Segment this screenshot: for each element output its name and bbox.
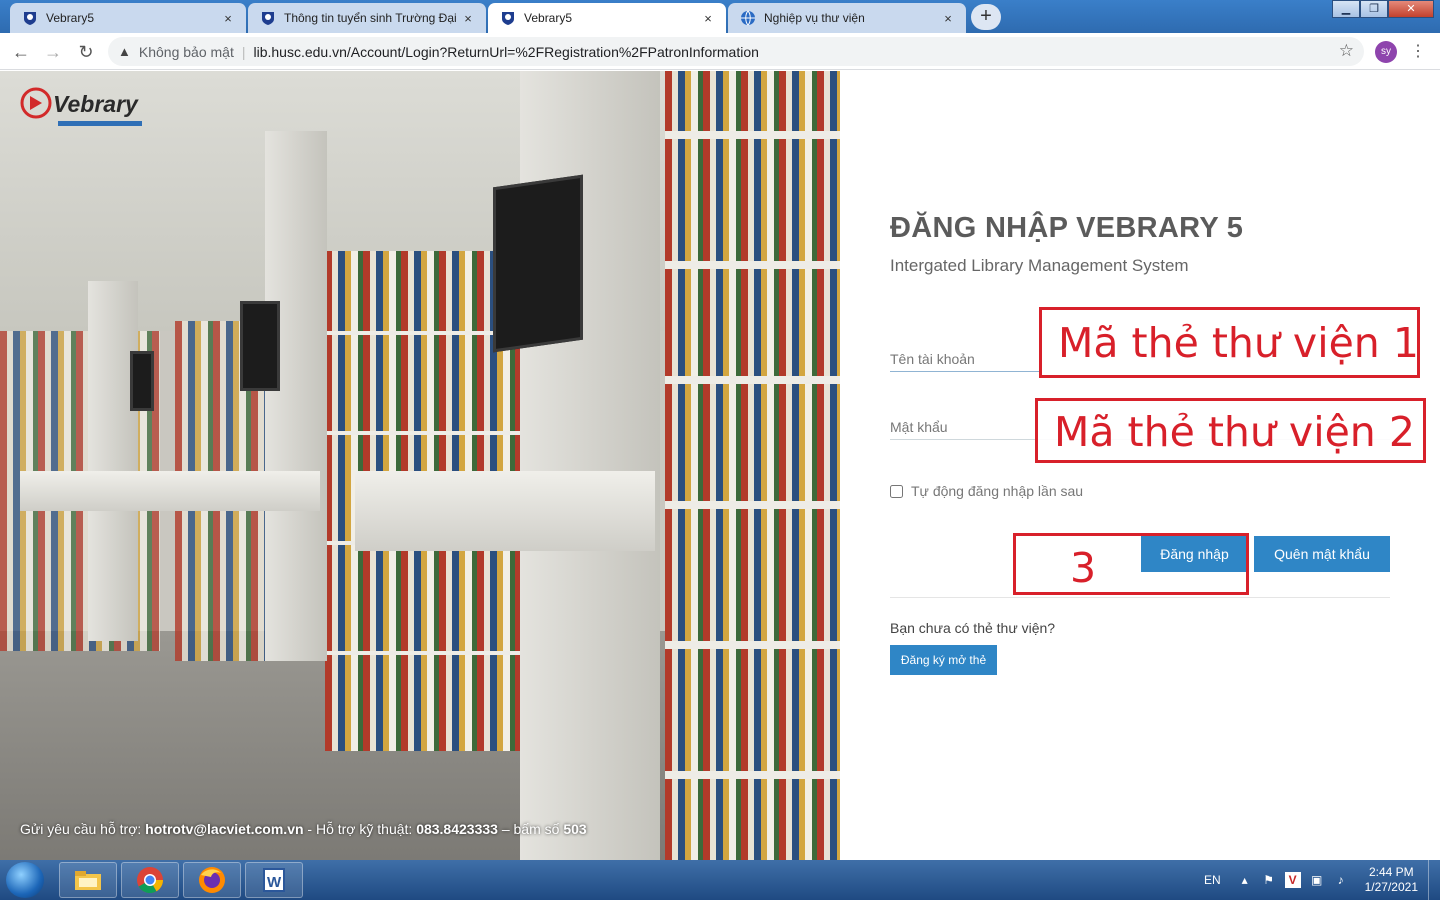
start-button-icon[interactable] [6,862,44,898]
support-email[interactable]: hotrotv@lacviet.com.vn [145,821,303,837]
tab-title: Vebrary5 [524,11,573,25]
support-dash: – bấm số [497,821,564,837]
remember-me-checkbox[interactable] [890,484,903,498]
chrome-icon[interactable] [121,862,179,898]
page-title: ĐĂNG NHẬP VEBRARY 5 [890,212,1244,244]
firefox-icon[interactable] [183,862,241,898]
volume-icon[interactable]: ♪ [1333,872,1349,888]
tab-nghiep-vu-thu-vien[interactable]: Nghiệp vụ thư viện × [728,3,966,33]
unikey-v-icon[interactable]: V [1284,872,1301,888]
annotation-box-3: 3 [1013,533,1249,595]
address-separator: | [241,43,246,60]
address-bar[interactable]: ▲ Không bảo mật | lib.husc.edu.vn/Accoun… [108,37,1364,66]
computer-monitor [130,351,154,411]
desk-front [355,471,655,551]
security-label[interactable]: Không bảo mật [139,44,234,60]
no-card-text: Bạn chưa có thẻ thư viện? [890,620,1056,636]
tab-title: Nghiệp vụ thư viện [764,11,865,25]
bookmark-star-icon[interactable]: ☆ [1339,41,1354,61]
restore-icon[interactable]: ❐ [1360,0,1388,18]
browser-toolbar: ← → ↻ ▲ Không bảo mật | lib.husc.edu.vn/… [0,33,1440,70]
annotation-box-2: Mã thẻ thư viện 2 [1035,398,1426,463]
tab-close-icon[interactable]: × [220,11,236,26]
globe-favicon-icon [741,10,755,26]
support-mid: - Hỗ trợ kỹ thuật: [303,821,417,837]
show-desktop-button[interactable] [1428,860,1440,900]
annotation-box-1: Mã thẻ thư viện 1 [1039,307,1420,378]
browser-tab-strip: Vebrary5 × Thông tin tuyển sinh Trường Đ… [0,0,1440,33]
clock-time: 2:44 PM [1368,865,1414,879]
register-card-button[interactable]: Đăng ký mở thẻ [890,645,997,675]
computer-monitor [493,174,583,353]
system-tray: EN ▴ ⚑ V ▣ ♪ 2:44 PM 1/27/2021 [1204,860,1440,900]
language-indicator[interactable]: EN [1204,873,1221,887]
network-icon[interactable]: ▣ [1309,872,1325,888]
window-controls: ▁ ❐ ✕ [1332,0,1434,18]
svg-text:W: W [267,874,282,891]
tab-vebrary5-active[interactable]: Vebrary5 × [488,3,726,33]
back-arrow-icon[interactable]: ← [10,41,32,63]
tab-close-icon[interactable]: × [460,11,476,26]
tab-title: Thông tin tuyển sinh Trường Đại [284,11,457,25]
library-hero-image: Vebrary Gửi yêu cầu hỗ trợ: hotrotv@lacv… [0,71,840,860]
clock[interactable]: 2:44 PM 1/27/2021 [1365,865,1418,895]
bookshelf-right [665,71,840,860]
reload-icon[interactable]: ↻ [75,41,97,63]
vebrary-favicon-icon [502,12,514,25]
vebrary-logo-icon: Vebrary [20,87,142,126]
support-phone: 083.8423333 [416,821,498,837]
computer-monitor [240,301,280,391]
action-center-flag-icon[interactable]: ⚑ [1261,872,1277,888]
windows-taskbar: W EN ▴ ⚑ V ▣ ♪ 2:44 PM 1/27/2021 [0,860,1440,900]
remember-me[interactable]: Tự động đăng nhập lần sau [890,483,1083,499]
vebrary-favicon-icon [262,12,274,25]
desk-back [20,471,320,511]
tab-close-icon[interactable]: × [700,11,716,26]
support-info: Gửi yêu cầu hỗ trợ: hotrotv@lacviet.com.… [20,821,587,837]
warning-triangle-icon: ▲ [118,44,131,59]
profile-avatar[interactable]: sy [1375,41,1397,63]
show-hidden-icons-icon[interactable]: ▴ [1237,872,1253,888]
pillar-mid [265,131,327,661]
clock-date: 1/27/2021 [1364,880,1418,894]
svg-text:Vebrary: Vebrary [53,91,139,117]
tab-vebrary5-1[interactable]: Vebrary5 × [10,3,246,33]
pillar-left [88,281,138,641]
forward-arrow-icon[interactable]: → [42,41,64,63]
support-ext: 503 [563,821,587,837]
page-subtitle: Intergated Library Management System [890,256,1189,275]
tab-title: Vebrary5 [46,11,95,25]
close-window-icon[interactable]: ✕ [1388,0,1434,18]
minimize-icon[interactable]: ▁ [1332,0,1360,18]
word-icon[interactable]: W [245,862,303,898]
new-tab-button[interactable]: + [971,4,1001,30]
vebrary-favicon-icon [24,12,36,25]
forgot-password-button[interactable]: Quên mật khẩu [1254,536,1390,572]
support-prefix: Gửi yêu cầu hỗ trợ: [20,821,146,837]
url-text[interactable]: lib.husc.edu.vn/Account/Login?ReturnUrl=… [253,44,758,60]
remember-me-label: Tự động đăng nhập lần sau [911,483,1084,499]
divider [890,597,1390,598]
browser-menu-icon[interactable]: ⋮ [1410,41,1426,63]
tab-close-icon[interactable]: × [940,11,956,26]
tab-thong-tin-tuyen-sinh[interactable]: Thông tin tuyển sinh Trường Đại × [248,3,486,33]
file-explorer-icon[interactable] [59,862,117,898]
